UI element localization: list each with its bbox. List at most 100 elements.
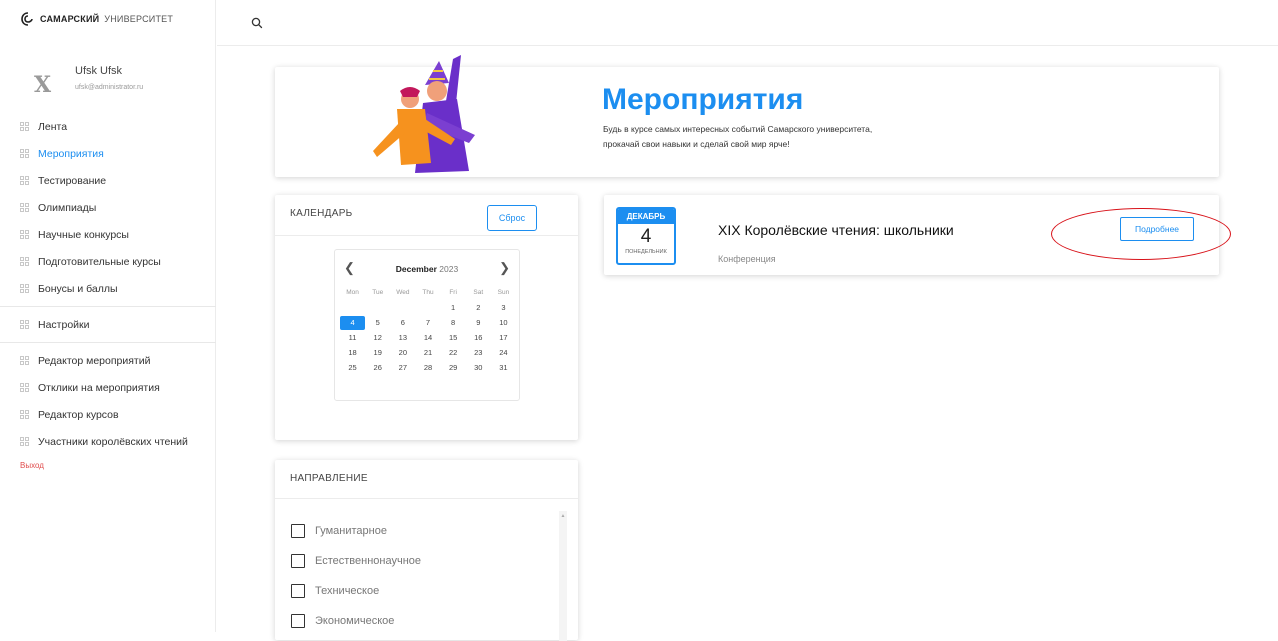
calendar-day[interactable]: 16 (466, 331, 491, 345)
sidebar-item-label: Бонусы и баллы (38, 282, 118, 295)
date-picker: ❮ December 2023 ❯ Mon Tue Wed Thu Fri Sat Sun 1… (334, 249, 520, 401)
direction-scrollbar[interactable]: ▲ (559, 511, 567, 641)
sidebar-item[interactable]: Редактор курсов (0, 401, 216, 428)
sidebar-item-label: Мероприятия (38, 147, 104, 160)
university-logo[interactable]: САМАРСКИЙ УНИВЕРСИТЕТ (21, 12, 173, 26)
calendar-day-selected[interactable]: 4 (340, 316, 366, 330)
grid-icon (20, 229, 30, 240)
event-weekday: ПОНЕДЕЛЬНИК (625, 249, 667, 255)
sidebar-item-label: Редактор курсов (38, 408, 119, 421)
checkbox[interactable] (291, 554, 305, 568)
grid-icon (20, 355, 30, 366)
calendar-day[interactable]: 2 (466, 301, 491, 315)
direction-card-title: НАПРАВЛЕНИЕ (290, 473, 368, 484)
direction-filter-card: НАПРАВЛЕНИЕ Гуманитарное Естественнонаучн… (275, 460, 578, 641)
direction-option-label: Естественнонаучное (315, 555, 421, 567)
page-description: Будь в курсе самых интересных событий Са… (603, 124, 873, 149)
calendar-day[interactable]: 29 (441, 361, 466, 375)
direction-option[interactable]: Техническое (291, 576, 421, 606)
calendar-day[interactable]: 10 (491, 316, 516, 330)
calendar-day[interactable]: 28 (415, 361, 440, 375)
grid-icon (20, 283, 30, 294)
event-title[interactable]: XIX Королёвские чтения: школьники (718, 222, 954, 238)
direction-option[interactable]: Естественнонаучное (291, 546, 421, 576)
calendar-year: 2023 (439, 264, 459, 274)
page-title: Мероприятия (602, 83, 804, 116)
calendar-day[interactable]: 1 (441, 301, 466, 315)
calendar-day[interactable]: 15 (441, 331, 466, 345)
calendar-day[interactable]: 8 (441, 316, 466, 330)
calendar-day[interactable]: 14 (415, 331, 440, 345)
calendar-day[interactable]: 9 (466, 316, 491, 330)
checkbox[interactable] (291, 614, 305, 628)
logo-text-thin: УНИВЕРСИТЕТ (104, 14, 174, 24)
search-icon[interactable] (250, 16, 264, 30)
sidebar-item[interactable]: Мероприятия (0, 140, 216, 167)
sidebar-item[interactable]: Бонусы и баллы (0, 275, 216, 302)
calendar-day[interactable]: 20 (390, 346, 415, 360)
calendar-day[interactable]: 3 (491, 301, 516, 315)
calendar-day[interactable]: 30 (466, 361, 491, 375)
weekday-header: Sat (473, 289, 484, 296)
calendar-day[interactable]: 17 (491, 331, 516, 345)
sidebar-item[interactable]: Участники королёвских чтений (0, 428, 216, 455)
calendar-day[interactable]: 26 (365, 361, 390, 375)
calendar-day[interactable]: 12 (365, 331, 390, 345)
sidebar-item[interactable]: Олимпиады (0, 194, 216, 221)
direction-options: Гуманитарное Естественнонаучное Техническо… (291, 516, 421, 636)
sidebar-item[interactable]: Отклики на мероприятия (0, 374, 216, 401)
direction-card-header: НАПРАВЛЕНИЕ (275, 460, 578, 499)
weekday-header: Wed (396, 289, 410, 296)
calendar-day[interactable]: 5 (365, 316, 390, 330)
sidebar-item-settings[interactable]: Настройки (0, 311, 216, 338)
details-button[interactable]: Подробнее (1120, 217, 1194, 241)
grid-icon (20, 121, 30, 132)
sidebar-item-label: Подготовительные курсы (38, 255, 161, 268)
sidebar-divider (0, 306, 216, 307)
chevron-right-icon[interactable]: ❯ (499, 260, 510, 276)
sidebar-item-label: Редактор мероприятий (38, 354, 151, 367)
calendar-blank (340, 301, 365, 315)
direction-option[interactable]: Гуманитарное (291, 516, 421, 546)
weekday-header: Mon (346, 289, 359, 296)
sidebar-item[interactable]: Лента (0, 113, 216, 140)
scroll-up-icon[interactable]: ▲ (559, 513, 567, 519)
calendar-day[interactable]: 21 (415, 346, 440, 360)
reset-button[interactable]: Сброс (487, 205, 537, 231)
sidebar-item[interactable]: Научные конкурсы (0, 221, 216, 248)
calendar-day[interactable]: 7 (415, 316, 440, 330)
grid-icon (20, 319, 30, 330)
calendar-day[interactable]: 31 (491, 361, 516, 375)
calendar-day[interactable]: 11 (340, 331, 365, 345)
calendar-day[interactable]: 6 (390, 316, 415, 330)
calendar-day[interactable]: 19 (365, 346, 390, 360)
calendar-day[interactable]: 24 (491, 346, 516, 360)
party-people-illustration (373, 55, 475, 173)
event-date-badge: ДЕКАБРЬ 4 ПОНЕДЕЛЬНИК (616, 207, 676, 265)
calendar-day[interactable]: 13 (390, 331, 415, 345)
sidebar-item-label: Олимпиады (38, 201, 97, 214)
grid-icon (20, 409, 30, 420)
calendar-day[interactable]: 25 (340, 361, 365, 375)
sidebar-item-label: Отклики на мероприятия (38, 381, 160, 394)
user-name: Ufsk Ufsk (75, 65, 123, 77)
grid-icon (20, 175, 30, 186)
direction-option-label: Экономическое (315, 615, 395, 627)
checkbox[interactable] (291, 524, 305, 538)
event-month: ДЕКАБРЬ (618, 209, 674, 224)
checkbox[interactable] (291, 584, 305, 598)
sidebar-item-label: Участники королёвских чтений (38, 435, 188, 448)
event-card[interactable]: ДЕКАБРЬ 4 ПОНЕДЕЛЬНИК XIX Королёвские чт… (604, 195, 1219, 275)
logout-link[interactable]: Выход (0, 455, 216, 475)
sidebar-item[interactable]: Подготовительные курсы (0, 248, 216, 275)
event-type: Конференция (718, 254, 776, 264)
calendar-day[interactable]: 22 (441, 346, 466, 360)
sidebar-item[interactable]: Редактор мероприятий (0, 347, 216, 374)
sidebar-item-label: Тестирование (38, 174, 107, 187)
sidebar-item[interactable]: Тестирование (0, 167, 216, 194)
grid-icon (20, 382, 30, 393)
calendar-day[interactable]: 23 (466, 346, 491, 360)
calendar-day[interactable]: 18 (340, 346, 365, 360)
user-profile[interactable]: X Ufsk Ufsk ufsk@administrator.ru (20, 60, 210, 100)
calendar-day[interactable]: 27 (390, 361, 415, 375)
